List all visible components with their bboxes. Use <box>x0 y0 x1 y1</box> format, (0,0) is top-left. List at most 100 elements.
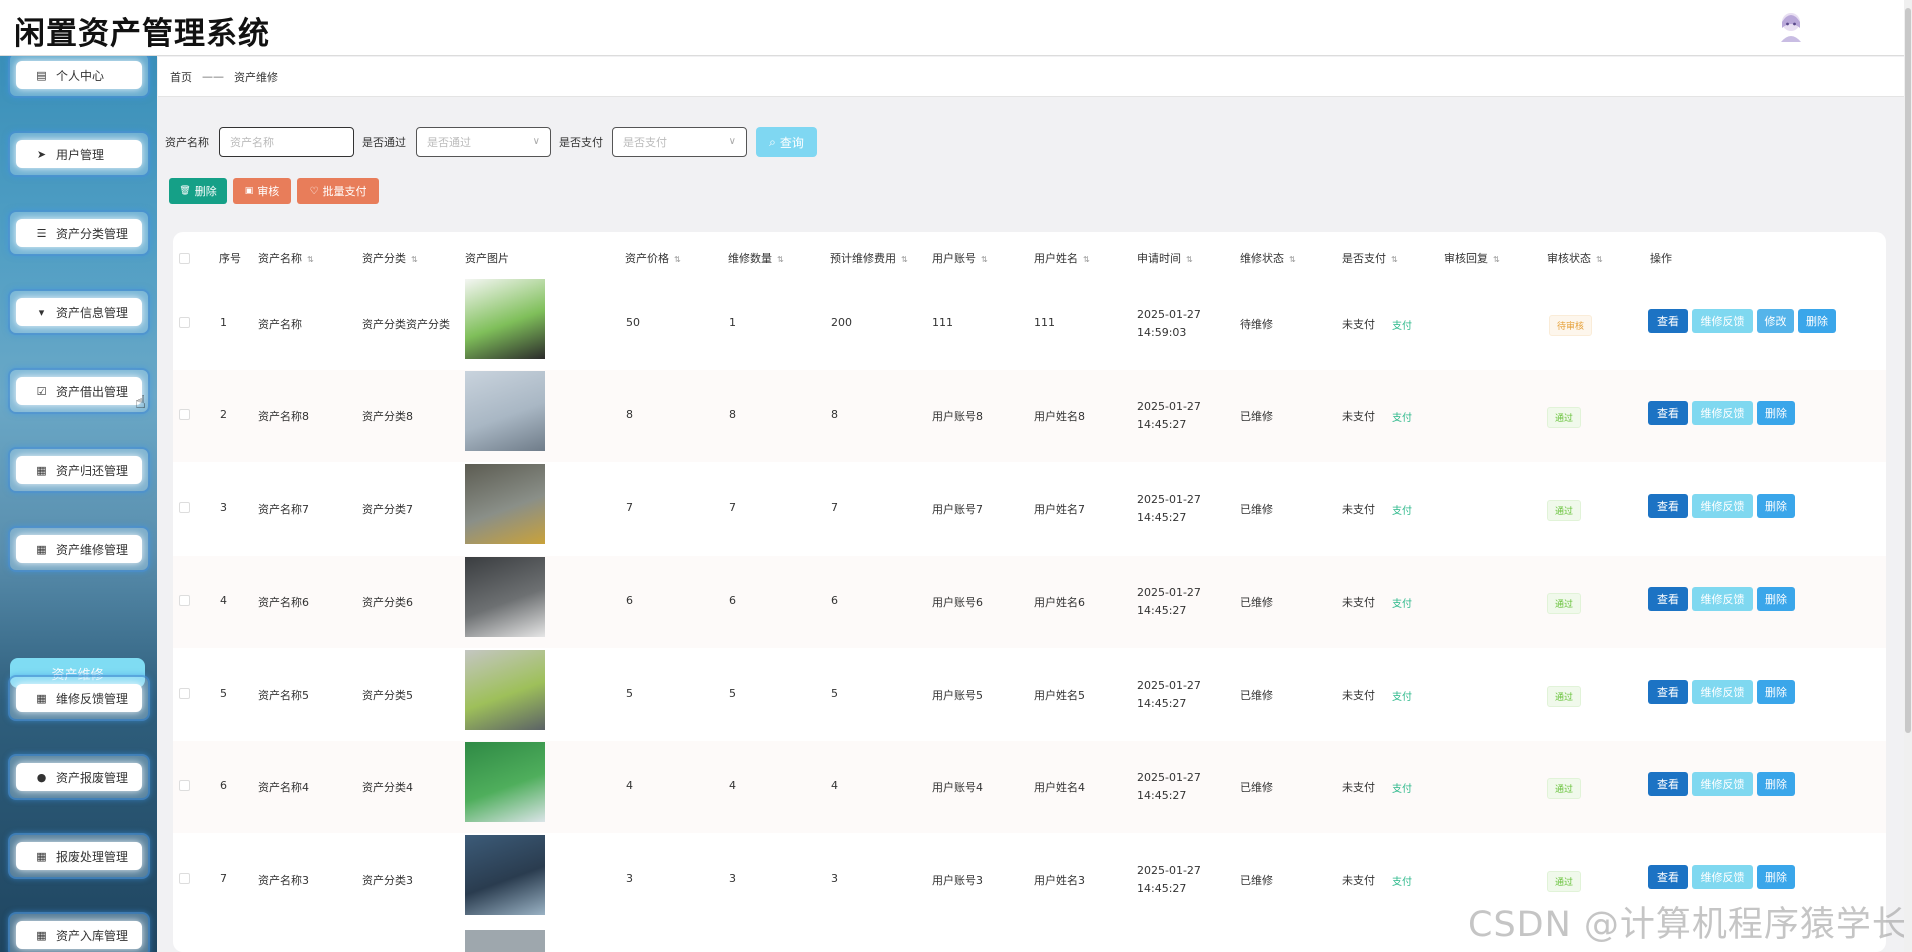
view-button[interactable]: 查看 <box>1648 680 1688 704</box>
row-checkbox[interactable] <box>179 317 190 328</box>
asset-image[interactable] <box>465 650 545 730</box>
table-row <box>173 463 1886 555</box>
page-scrollbar[interactable] <box>1904 0 1912 952</box>
cell-no: 6 <box>220 779 227 792</box>
breadcrumb-current: 资产维修 <box>234 70 278 84</box>
asset-image[interactable] <box>465 557 545 637</box>
pay-select[interactable]: 是否支付 ∨ <box>612 127 747 157</box>
cell-qty: 1 <box>729 316 736 329</box>
select-all-checkbox[interactable] <box>179 253 190 264</box>
header-category[interactable]: 资产分类 ⇅ <box>362 250 418 266</box>
pay-link[interactable]: 支付 <box>1392 409 1412 424</box>
sidebar-item-asset-repair[interactable]: ▦ 资产维修管理 <box>8 526 150 572</box>
row-delete-button[interactable]: 删除 <box>1757 772 1795 796</box>
audit-status-badge: 通过 <box>1547 778 1582 799</box>
repair-feedback-button[interactable]: 维修反馈 <box>1692 494 1753 518</box>
repair-feedback-button[interactable]: 维修反馈 <box>1692 309 1753 333</box>
sidebar-item-asset-storage[interactable]: ▦ 资产入库管理 <box>8 912 150 952</box>
sidebar-item-asset-return[interactable]: ▦ 资产归还管理 <box>8 447 150 493</box>
header-qty[interactable]: 维修数量 ⇅ <box>728 250 784 266</box>
sidebar-item-personal-center[interactable]: ▤ 个人中心 <box>8 56 150 98</box>
pay-link[interactable]: 支付 <box>1392 595 1412 610</box>
pay-link[interactable]: 支付 <box>1392 873 1412 888</box>
view-button[interactable]: 查看 <box>1648 587 1688 611</box>
view-button[interactable]: 查看 <box>1648 772 1688 796</box>
header-time[interactable]: 申请时间 ⇅ <box>1137 250 1193 266</box>
header-username[interactable]: 用户姓名 ⇅ <box>1034 250 1090 266</box>
header-actions: 操作 <box>1650 252 1672 265</box>
sidebar-item-users[interactable]: ➤ 用户管理 <box>8 131 150 177</box>
audit-button[interactable]: ▣ 审核 <box>233 178 291 204</box>
delete-button[interactable]: 🗑 删除 <box>169 178 227 204</box>
row-delete-button[interactable]: 删除 <box>1757 401 1795 425</box>
view-button[interactable]: 查看 <box>1648 494 1688 518</box>
sidebar-item-asset-info[interactable]: ▾ 资产信息管理 <box>8 289 150 335</box>
cell-apply-time: 2025-01-27 14:45:27 <box>1137 864 1201 895</box>
cell-paid: 未支付 <box>1342 596 1375 609</box>
asset-image[interactable] <box>465 835 545 915</box>
repair-feedback-button[interactable]: 维修反馈 <box>1692 401 1753 425</box>
sidebar-item-asset-scrap[interactable]: ● 资产报废管理 <box>8 754 150 800</box>
row-delete-button[interactable]: 删除 <box>1757 494 1795 518</box>
header-asset-name[interactable]: 资产名称 ⇅ <box>258 250 314 266</box>
pay-link[interactable]: 支付 <box>1392 502 1412 517</box>
row-checkbox[interactable] <box>179 409 190 420</box>
repair-feedback-button[interactable]: 维修反馈 <box>1692 772 1753 796</box>
row-delete-button[interactable]: 删除 <box>1757 865 1795 889</box>
row-checkbox[interactable] <box>179 688 190 699</box>
row-checkbox[interactable] <box>179 780 190 791</box>
cell-repair-status: 已维修 <box>1240 596 1273 609</box>
scrollbar-thumb[interactable] <box>1905 8 1911 733</box>
calendar-icon: ▤ <box>36 68 47 82</box>
sidebar-item-label: 用户管理 <box>56 147 105 162</box>
row-delete-button[interactable]: 删除 <box>1757 587 1795 611</box>
header-reply[interactable]: 审核回复 ⇅ <box>1444 250 1500 266</box>
view-button[interactable]: 查看 <box>1648 309 1688 333</box>
cell-category: 资产分类3 <box>362 874 413 887</box>
pay-link[interactable]: 支付 <box>1392 317 1412 332</box>
header-account[interactable]: 用户账号 ⇅ <box>932 250 988 266</box>
repair-feedback-button[interactable]: 维修反馈 <box>1692 680 1753 704</box>
view-button[interactable]: 查看 <box>1648 401 1688 425</box>
sidebar-item-label: 资产信息管理 <box>56 305 129 320</box>
view-button[interactable]: 查看 <box>1648 865 1688 889</box>
row-checkbox[interactable] <box>179 873 190 884</box>
grid-icon: ▦ <box>36 542 47 556</box>
pass-select[interactable]: 是否通过 ∨ <box>416 127 551 157</box>
cell-cost: 6 <box>831 594 838 607</box>
cell-price: 3 <box>626 872 633 885</box>
edit-button[interactable]: 修改 <box>1757 309 1794 333</box>
row-delete-button[interactable]: 删除 <box>1798 309 1836 333</box>
asset-image[interactable] <box>465 279 545 359</box>
row-delete-button[interactable]: 删除 <box>1757 680 1795 704</box>
asset-name-input[interactable]: 资产名称 <box>219 127 354 157</box>
pay-link[interactable]: 支付 <box>1392 780 1412 795</box>
repair-feedback-button[interactable]: 维修反馈 <box>1692 587 1753 611</box>
sidebar-item-repair-feedback[interactable]: ▦ 维修反馈管理 <box>8 675 150 721</box>
repair-feedback-button[interactable]: 维修反馈 <box>1692 865 1753 889</box>
asset-image[interactable] <box>465 742 545 822</box>
row-checkbox[interactable] <box>179 502 190 513</box>
cell-asset-name: 资产名称 <box>258 318 302 331</box>
pay-link[interactable]: 支付 <box>1392 688 1412 703</box>
header-price[interactable]: 资产价格 ⇅ <box>625 250 681 266</box>
cell-no: 2 <box>220 408 227 421</box>
header-repair-status[interactable]: 维修状态 ⇅ <box>1240 250 1296 266</box>
header-audit[interactable]: 审核状态 ⇅ <box>1547 250 1603 266</box>
header-paid[interactable]: 是否支付 ⇅ <box>1342 250 1398 266</box>
sidebar-item-asset-lend[interactable]: ☑ 资产借出管理 <box>8 368 150 414</box>
cell-category: 资产分类6 <box>362 596 413 609</box>
sidebar-item-scrap-processing[interactable]: ▦ 报废处理管理 <box>8 833 150 879</box>
user-avatar-icon[interactable] <box>1776 10 1806 42</box>
sidebar-item-asset-category[interactable]: ☰ 资产分类管理 <box>8 210 150 256</box>
query-button[interactable]: ⌕ 查询 <box>756 127 817 157</box>
header-cost[interactable]: 预计维修费用 ⇅ <box>830 250 908 266</box>
asset-image-partial <box>465 930 545 952</box>
cell-cost: 7 <box>831 501 838 514</box>
batch-pay-button[interactable]: ♡ 批量支付 <box>297 178 379 204</box>
breadcrumb-home[interactable]: 首页 <box>170 69 192 85</box>
row-checkbox[interactable] <box>179 595 190 606</box>
cell-paid: 未支付 <box>1342 503 1375 516</box>
asset-image[interactable] <box>465 371 545 451</box>
asset-image[interactable] <box>465 464 545 544</box>
